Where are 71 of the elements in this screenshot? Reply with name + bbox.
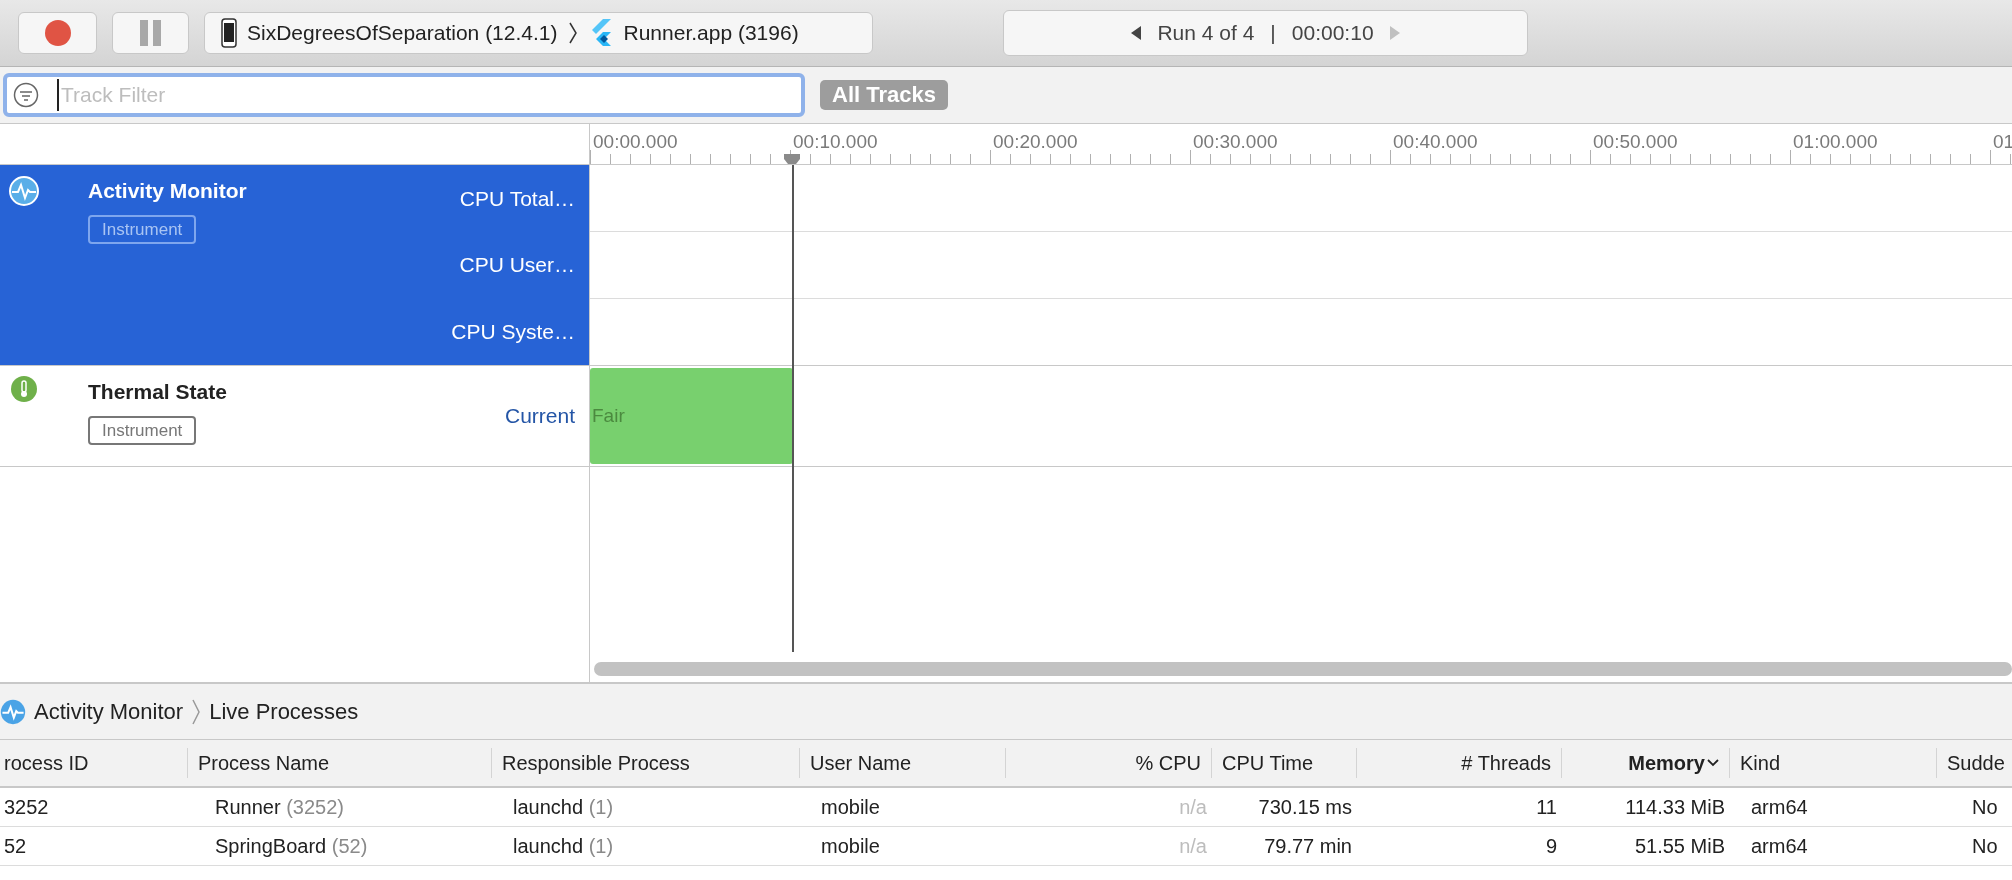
target-selector[interactable]: SixDegreesOfSeparation (12.4.1) Runner.app (3196)	[204, 12, 873, 54]
breadcrumb-item[interactable]: Live Processes	[209, 695, 359, 728]
run-label: Run 4 of 4	[1157, 20, 1255, 47]
instrument-tag: Instrument	[88, 415, 197, 445]
track-title: Activity Monitor	[88, 178, 247, 204]
sort-chevron-icon	[1707, 759, 1719, 767]
column-header[interactable]: Kind	[1729, 748, 1936, 778]
column-header[interactable]: Process Name	[187, 748, 491, 778]
table-cell-text: 730.15 ms	[1257, 795, 1353, 820]
table-cell-text: No	[1971, 795, 1999, 820]
ruler-label: 00:00.000	[593, 130, 678, 154]
table-cell-text: 51.55 MiB	[1633, 834, 1726, 859]
phone-icon	[221, 18, 237, 48]
record-icon	[44, 20, 71, 46]
instrument-tag: Instrument	[88, 214, 197, 244]
ruler-label: 00:10.000	[793, 130, 878, 154]
horizontal-scrollbar[interactable]	[594, 662, 2012, 676]
thermometer-icon	[11, 376, 37, 402]
table-cell-text: 52	[3, 834, 28, 859]
track-title: Thermal State	[88, 379, 227, 405]
run-separator: |	[1270, 20, 1276, 47]
track-header[interactable]: Activity Monitor Instrument CPU Total… CPU User… CPU Syste…	[0, 165, 590, 365]
table-cell-text: n/a	[1178, 795, 1208, 820]
table-cell-text: No	[1971, 834, 1999, 859]
table-cell-text: SpringBoard (52)	[214, 834, 369, 859]
pause-button[interactable]	[112, 12, 189, 54]
app-name: Runner.app (3196)	[623, 20, 799, 47]
table-cell-text: arm64	[1750, 795, 1809, 820]
track-filter-box[interactable]: Track Filter	[3, 73, 805, 117]
column-header[interactable]: Memory	[1561, 748, 1729, 778]
column-header[interactable]: rocess ID	[0, 748, 187, 778]
table-cell-text: n/a	[1178, 834, 1208, 859]
chevron-right-icon	[567, 22, 578, 44]
chevron-right-icon	[191, 698, 202, 725]
device-name: SixDegreesOfSeparation (12.4.1)	[247, 20, 558, 47]
table-cell-text: 114.33 MiB	[1624, 795, 1726, 820]
ruler-label: 01:00.000	[1793, 130, 1878, 154]
record-button[interactable]	[18, 12, 97, 54]
table-cell-text: launchd (1)	[512, 795, 615, 820]
column-header[interactable]: # Threads	[1356, 748, 1561, 778]
pulse-icon	[8, 175, 40, 207]
table-cell-text: mobile	[820, 834, 881, 859]
ruler-label: 00:20.000	[993, 130, 1078, 154]
table-cell-text: 3252	[3, 795, 50, 820]
column-header[interactable]: Responsible Process	[491, 748, 799, 778]
thermal-segment: Fair	[590, 368, 793, 464]
table-cell-text: arm64	[1750, 834, 1809, 859]
lane-label: Current	[504, 403, 575, 430]
previous-run-icon[interactable]	[1131, 26, 1142, 40]
track-filter-field[interactable]: Track Filter	[57, 79, 795, 111]
table-cell-text: mobile	[820, 795, 881, 820]
lane-label: CPU Total…	[459, 185, 575, 212]
table-cell-text: 9	[1544, 834, 1558, 859]
pulse-icon	[0, 698, 26, 725]
column-header[interactable]: CPU Time	[1211, 748, 1356, 778]
run-time: 00:00:10	[1291, 20, 1374, 47]
ruler-label: 00:50.000	[1593, 130, 1678, 154]
table-cell-text: Runner (3252)	[214, 795, 345, 820]
lane-label: CPU User…	[459, 252, 575, 279]
breadcrumb-item[interactable]: Activity Monitor	[34, 695, 184, 728]
column-header[interactable]: Sudde	[1936, 748, 2012, 778]
table-cell-text: launchd (1)	[512, 834, 615, 859]
column-header[interactable]: User Name	[799, 748, 1005, 778]
table-cell-text: 11	[1535, 795, 1558, 820]
ruler-label: 00:40.000	[1393, 130, 1478, 154]
filter-icon	[13, 82, 39, 108]
table-cell-text: 79.77 min	[1263, 834, 1353, 859]
ruler-label: 00:30.000	[1193, 130, 1278, 154]
lane-label: CPU Syste…	[451, 318, 575, 345]
pause-icon	[139, 20, 162, 46]
column-header[interactable]: % CPU	[1005, 748, 1211, 778]
